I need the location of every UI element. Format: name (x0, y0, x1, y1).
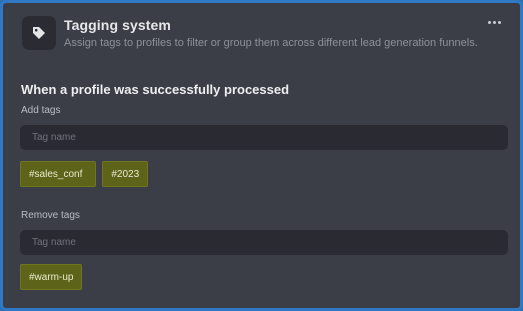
tag-chip[interactable]: #sales_conf (20, 161, 97, 187)
tag-chip[interactable]: #2023 (102, 161, 149, 187)
section-title: When a profile was successfully processe… (21, 82, 290, 97)
add-tags-label: Add tags (21, 105, 61, 116)
card-description: Assign tags to profiles to filter or gro… (64, 37, 478, 49)
remove-tags-label: Remove tags (21, 210, 80, 221)
card-title: Tagging system (64, 17, 171, 33)
selection-frame: Tagging system Assign tags to profiles t… (0, 0, 523, 311)
add-tag-input[interactable] (20, 125, 508, 150)
more-horizontal-icon[interactable] (488, 21, 501, 24)
tagging-system-card: Tagging system Assign tags to profiles t… (6, 6, 517, 305)
tag-icon (22, 16, 56, 50)
add-tags-list: #sales_conf #2023 (20, 161, 149, 187)
tag-chip[interactable]: #warm-up (20, 264, 83, 290)
remove-tag-input[interactable] (20, 230, 508, 255)
remove-tags-list: #warm-up (20, 264, 83, 290)
